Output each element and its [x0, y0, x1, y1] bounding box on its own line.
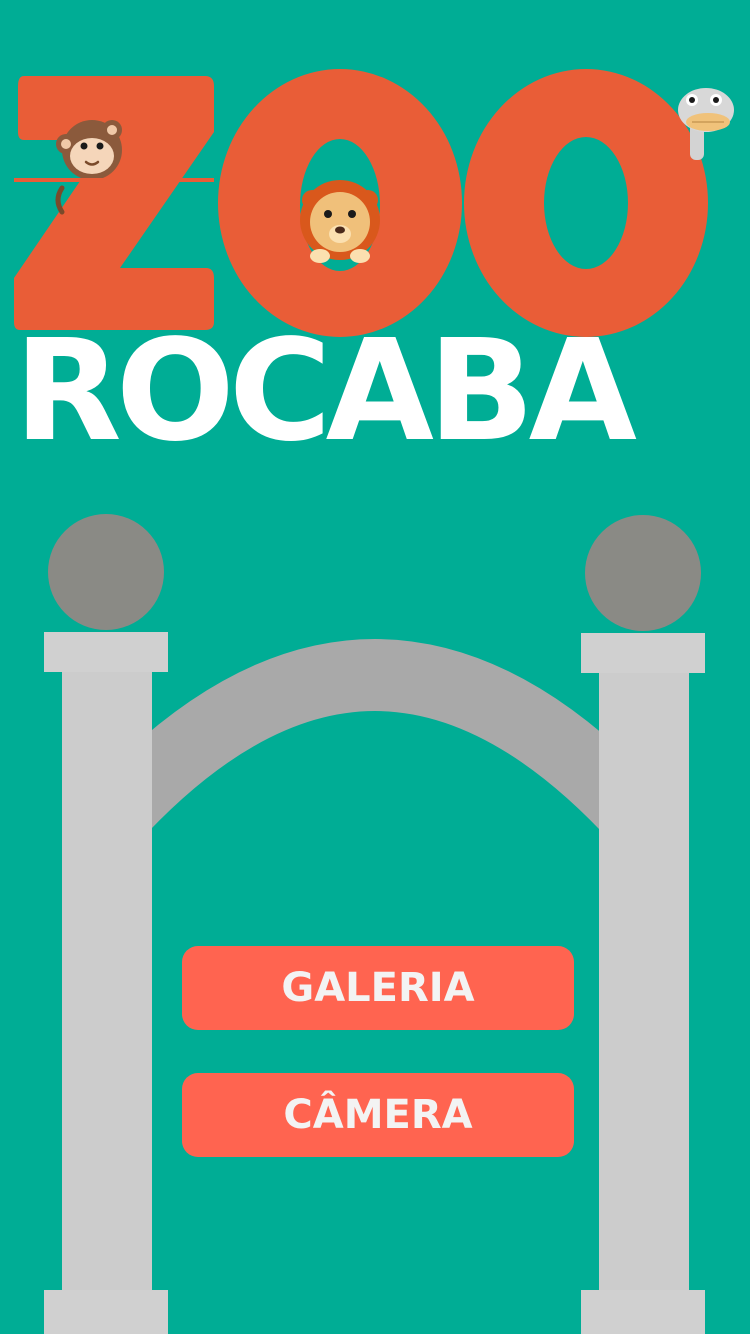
app-screen: ROCABA GALERIA CÂMERA	[0, 0, 750, 1334]
camera-button[interactable]: CÂMERA	[182, 1073, 574, 1157]
right-pillar	[581, 515, 705, 1334]
gallery-button[interactable]: GALERIA	[182, 946, 574, 1030]
logo-letter-z	[14, 76, 214, 330]
zoo-logo	[14, 69, 734, 337]
gate-arch	[83, 639, 667, 845]
app-title: ROCABA	[14, 310, 637, 473]
gate-illustration	[44, 514, 705, 1334]
logo-letter-o-2	[464, 69, 708, 337]
left-pillar	[44, 514, 168, 1334]
